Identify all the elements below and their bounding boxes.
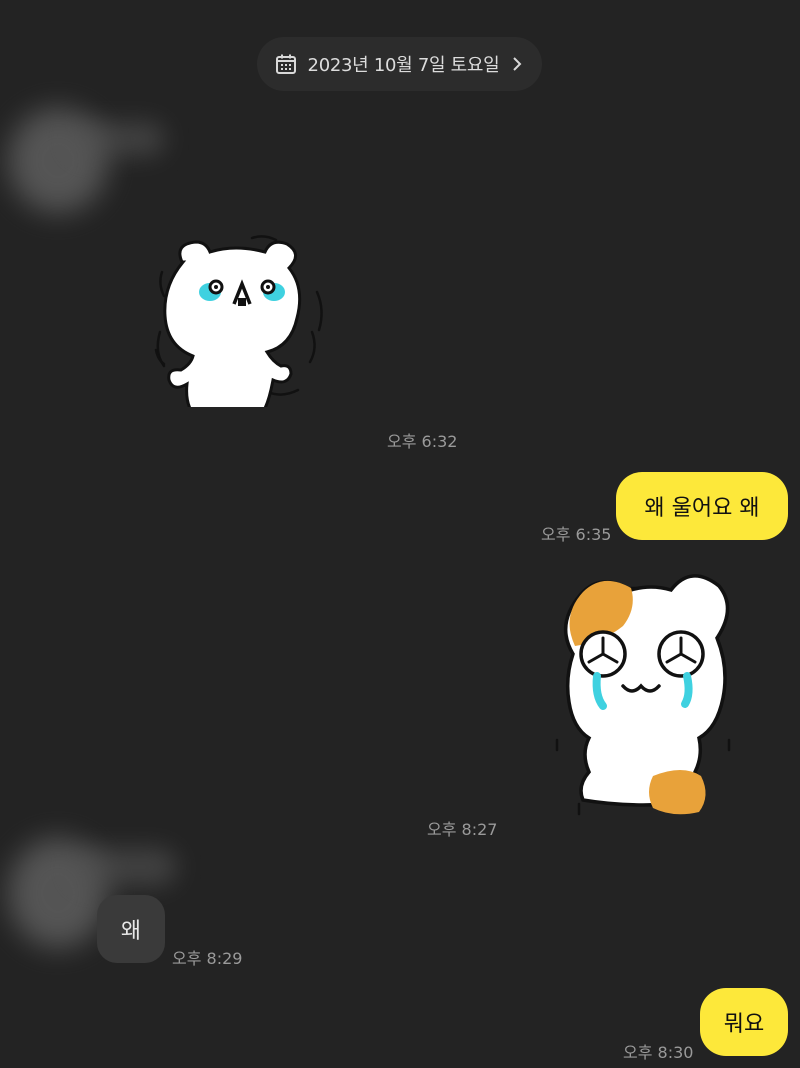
message-time: 오후 8:27 <box>427 820 498 839</box>
crying-white-bear-sticker[interactable] <box>152 232 327 419</box>
crying-calico-hamster-sticker[interactable] <box>553 564 733 820</box>
message-text: 뭐요 <box>723 1012 765 1037</box>
message-text: 왜 <box>120 919 142 944</box>
message-time: 오후 8:29 <box>172 949 243 968</box>
message-time: 오후 6:32 <box>387 432 458 451</box>
their-message-bubble[interactable]: 왜 <box>97 895 165 963</box>
date-label: 2023년 10월 7일 토요일 <box>307 55 500 76</box>
message-text: 왜 울어요 왜 <box>644 496 760 521</box>
chevron-right-icon <box>509 55 525 73</box>
sender-name <box>72 848 177 886</box>
my-message-bubble[interactable]: 왜 울어요 왜 <box>616 472 788 540</box>
sender-name <box>70 122 165 156</box>
message-time: 오후 8:30 <box>623 1043 694 1062</box>
date-header-pill[interactable]: 2023년 10월 7일 토요일 <box>257 37 542 91</box>
message-time: 오후 6:35 <box>541 525 612 544</box>
my-message-bubble[interactable]: 뭐요 <box>700 988 788 1056</box>
calendar-icon <box>274 52 298 76</box>
